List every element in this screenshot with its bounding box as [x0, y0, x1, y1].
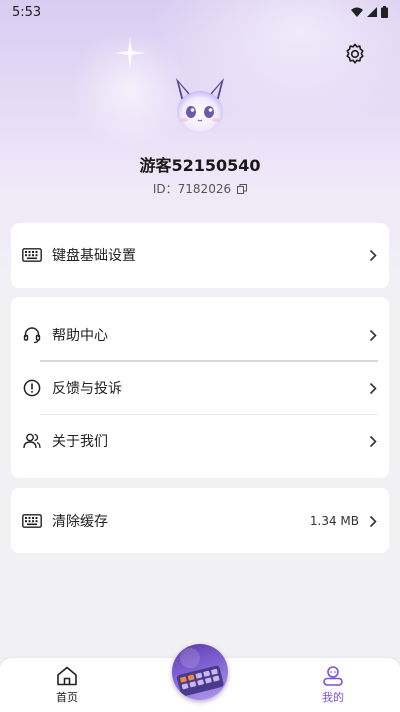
- home-icon: [57, 666, 77, 686]
- help-center-row[interactable]: 帮助中心: [11, 309, 389, 361]
- chevron-right-icon: [367, 514, 379, 528]
- cat-avatar-icon: [176, 78, 224, 133]
- help-center-label: 帮助中心: [52, 328, 108, 344]
- users-icon: [21, 430, 43, 452]
- support-card: 帮助中心 反馈与投诉 关于我们: [11, 297, 389, 478]
- chevron-right-icon: [367, 381, 379, 395]
- status-icons: [351, 6, 388, 18]
- headset-icon: [21, 324, 43, 346]
- keyboard-skin-icon: [176, 648, 224, 697]
- tab-mine[interactable]: 我的: [303, 666, 363, 705]
- copy-icon[interactable]: [237, 183, 248, 194]
- tab-home[interactable]: 首页: [37, 666, 97, 705]
- chevron-right-icon: [367, 248, 379, 262]
- exclamation-circle-icon: [21, 377, 43, 399]
- feedback-row[interactable]: 反馈与投诉: [11, 362, 389, 414]
- signal-icon: [367, 7, 377, 17]
- keyboard-settings-card: 键盘基础设置: [11, 223, 389, 288]
- gear-icon: [346, 43, 364, 64]
- battery-icon: [381, 6, 388, 18]
- cache-size: 1.34 MB: [309, 514, 359, 528]
- cache-card: 清除缓存 1.34 MB: [11, 488, 389, 553]
- user-id-value: 7182026: [177, 182, 232, 196]
- user-id-label: ID：: [152, 182, 178, 196]
- status-time: 5:53: [12, 4, 42, 20]
- sparkle-decoration: [114, 37, 146, 69]
- clear-cache-row[interactable]: 清除缓存 1.34 MB: [11, 495, 389, 547]
- keyboard-settings-label: 键盘基础设置: [52, 248, 136, 264]
- user-id-row: ID：7182026: [0, 180, 400, 197]
- keyboard-skin-button[interactable]: [172, 644, 228, 700]
- keyboard-settings-row[interactable]: 键盘基础设置: [11, 229, 389, 281]
- about-row[interactable]: 关于我们: [11, 415, 389, 467]
- tab-mine-label: 我的: [322, 691, 344, 704]
- feedback-label: 反馈与投诉: [52, 381, 122, 397]
- tab-home-label: 首页: [56, 691, 78, 704]
- chevron-right-icon: [367, 328, 379, 342]
- clear-cache-label: 清除缓存: [52, 514, 108, 530]
- chevron-right-icon: [367, 434, 379, 448]
- username: 游客52150540: [139, 156, 261, 175]
- about-label: 关于我们: [52, 434, 108, 450]
- keyboard-icon: [21, 244, 43, 266]
- settings-button[interactable]: [342, 41, 368, 67]
- avatar[interactable]: [166, 72, 234, 140]
- user-id-text: ID：7182026: [153, 180, 231, 197]
- keyboard-icon: [21, 510, 43, 532]
- status-bar: 5:53: [0, 0, 400, 24]
- wifi-icon: [351, 7, 363, 17]
- profile-icon: [323, 666, 343, 686]
